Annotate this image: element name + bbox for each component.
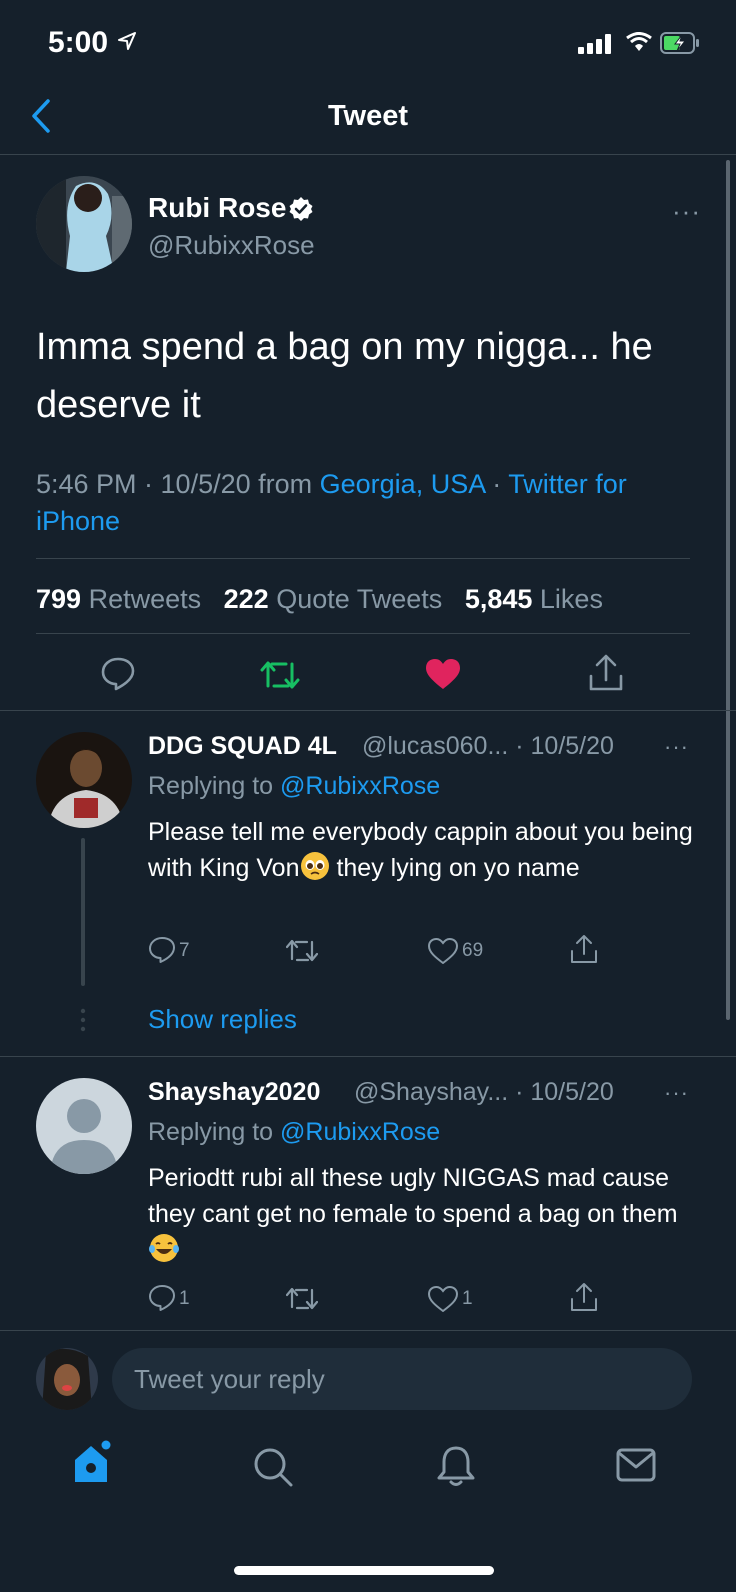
share-icon[interactable] bbox=[570, 934, 598, 964]
like-icon[interactable] bbox=[425, 658, 461, 690]
page-title: Tweet bbox=[327, 100, 409, 132]
like-icon[interactable] bbox=[428, 1286, 458, 1312]
reply-text-part2: they lying on yo name bbox=[329, 854, 580, 882]
verified-badge-icon bbox=[289, 197, 313, 221]
actions-divider bbox=[0, 710, 736, 711]
reply-author-name[interactable]: Shayshay2020 bbox=[148, 1078, 320, 1107]
more-options-button[interactable]: ··· bbox=[672, 196, 701, 227]
like-count: 1 bbox=[462, 1288, 473, 1309]
meta-separator: · bbox=[484, 469, 509, 499]
tweet-meta: 5:46 PM · 10/5/20 from Georgia, USA · Tw… bbox=[36, 466, 696, 540]
reply-count: 1 bbox=[179, 1288, 190, 1309]
reply-author-handle[interactable]: @Shayshay... · 10/5/20 bbox=[354, 1078, 614, 1107]
like-icon[interactable] bbox=[428, 938, 458, 964]
reply-author-name[interactable]: DDG SQUAD 4L bbox=[148, 732, 337, 761]
likes-stat[interactable]: 5,845 Likes bbox=[465, 584, 603, 614]
like-count: 69 bbox=[462, 940, 484, 961]
reply-divider bbox=[0, 1330, 736, 1331]
thread-dots-icon bbox=[80, 1008, 86, 1032]
reply-author-handle[interactable]: @lucas060... · 10/5/20 bbox=[362, 732, 614, 761]
location-arrow-icon bbox=[118, 32, 136, 50]
replying-to: Replying to @RubixxRose bbox=[148, 1118, 440, 1147]
thread-line bbox=[81, 838, 85, 986]
header-divider bbox=[0, 154, 736, 155]
home-indicator bbox=[234, 1566, 494, 1575]
replying-prefix: Replying to bbox=[148, 1118, 281, 1146]
reply-icon[interactable] bbox=[148, 936, 176, 964]
share-icon[interactable] bbox=[570, 1282, 598, 1312]
reply-avatar[interactable] bbox=[36, 1078, 132, 1174]
home-icon[interactable] bbox=[72, 1440, 114, 1486]
tweet-timestamp: 5:46 PM · 10/5/20 from bbox=[36, 469, 320, 499]
author-handle[interactable]: @RubixxRose bbox=[148, 230, 315, 261]
reply-text: Please tell me everybody cappin about yo… bbox=[148, 814, 708, 886]
wifi-icon bbox=[626, 32, 652, 51]
reply-avatar[interactable] bbox=[36, 732, 132, 828]
scrollbar[interactable] bbox=[726, 160, 730, 1020]
reply-icon[interactable] bbox=[148, 1284, 176, 1312]
likes-label: Likes bbox=[532, 584, 603, 614]
tweet-text: Imma spend a bag on my nigga... he deser… bbox=[36, 326, 653, 426]
reply-icon[interactable] bbox=[100, 656, 136, 692]
battery-icon bbox=[660, 32, 699, 54]
show-replies-link[interactable]: Show replies bbox=[148, 1004, 297, 1035]
author-name[interactable]: Rubi Rose bbox=[148, 192, 286, 224]
tweet-stats: 799 Retweets 222 Quote Tweets 5,845 Like… bbox=[36, 584, 603, 615]
quotes-label: Quote Tweets bbox=[268, 584, 443, 614]
meta-divider bbox=[36, 558, 690, 559]
retweets-stat[interactable]: 799 Retweets bbox=[36, 584, 201, 614]
likes-count: 5,845 bbox=[464, 584, 533, 614]
reply-more-button[interactable]: ··· bbox=[664, 1080, 689, 1106]
notifications-icon[interactable] bbox=[436, 1444, 476, 1488]
search-icon[interactable] bbox=[252, 1446, 294, 1488]
replying-to: Replying to @RubixxRose bbox=[148, 772, 440, 801]
signal-icon bbox=[578, 34, 611, 54]
reply-text-body: Periodtt rubi all these ugly NIGGAS mad … bbox=[148, 1164, 678, 1228]
author-avatar[interactable] bbox=[36, 176, 132, 272]
messages-icon[interactable] bbox=[616, 1448, 656, 1482]
reply-divider bbox=[0, 1056, 736, 1057]
replying-prefix: Replying to bbox=[148, 772, 281, 800]
quotes-count: 222 bbox=[223, 584, 269, 614]
retweet-icon[interactable] bbox=[286, 1286, 318, 1312]
status-time: 5:00 bbox=[48, 26, 109, 59]
retweet-icon[interactable] bbox=[286, 938, 318, 964]
share-icon[interactable] bbox=[588, 654, 624, 692]
retweets-label: Retweets bbox=[81, 584, 202, 614]
replying-to-link[interactable]: @RubixxRose bbox=[280, 772, 440, 800]
reply-count: 7 bbox=[179, 940, 190, 961]
pleading-emoji-icon bbox=[300, 852, 329, 880]
reply-more-button[interactable]: ··· bbox=[664, 734, 689, 760]
current-user-avatar[interactable] bbox=[36, 1348, 98, 1410]
tweet-location-link[interactable]: Georgia, USA bbox=[320, 469, 485, 499]
retweet-icon[interactable] bbox=[260, 658, 300, 692]
laughing-emoji-icon bbox=[149, 1234, 179, 1262]
quotes-stat[interactable]: 222 Quote Tweets bbox=[224, 584, 443, 614]
retweets-count: 799 bbox=[36, 584, 82, 614]
stats-divider bbox=[36, 633, 690, 634]
reply-text: Periodtt rubi all these ugly NIGGAS mad … bbox=[148, 1160, 708, 1268]
replying-to-link[interactable]: @RubixxRose bbox=[280, 1118, 440, 1146]
reply-input[interactable] bbox=[112, 1348, 692, 1410]
